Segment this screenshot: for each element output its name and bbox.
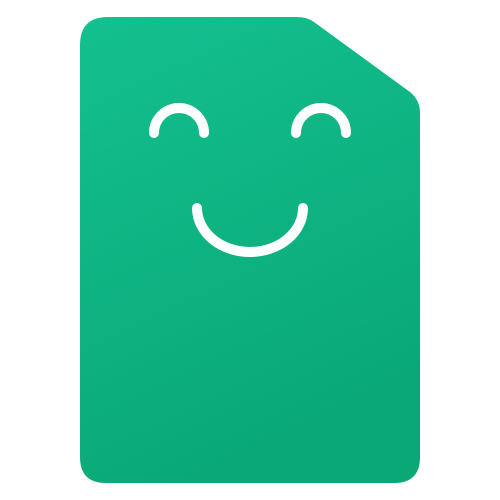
logo-canvas (0, 0, 500, 500)
smiling-document-logo (80, 17, 420, 483)
